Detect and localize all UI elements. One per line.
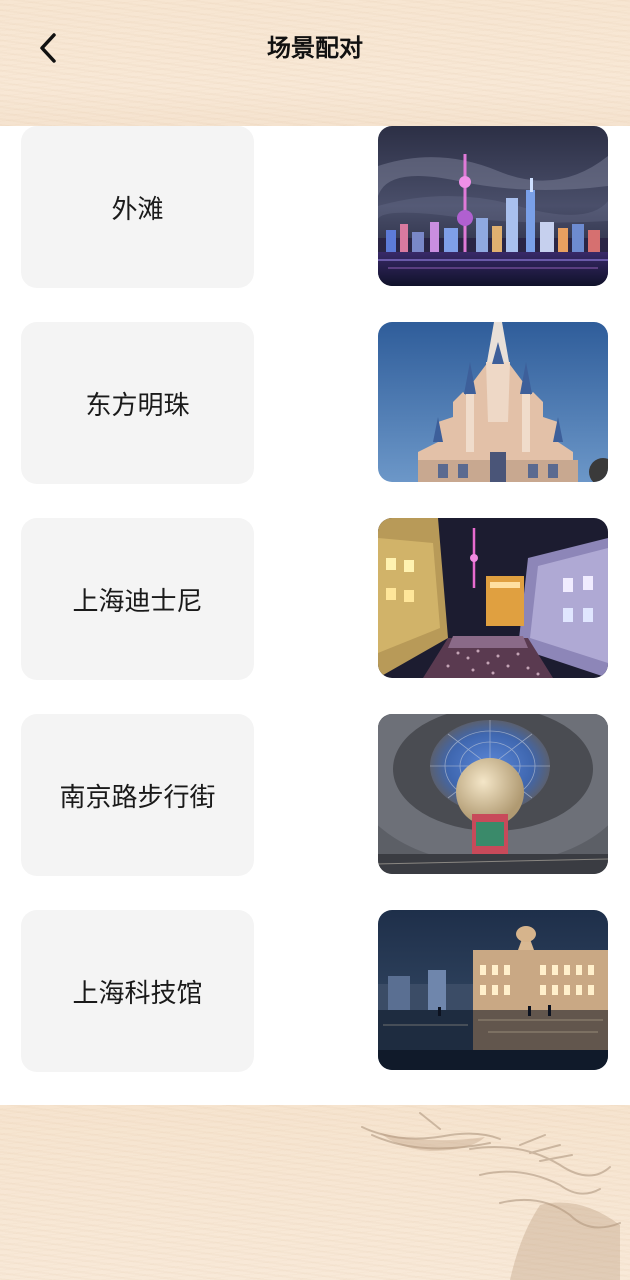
scene-label-card[interactable]: 东方明珠 [21, 322, 254, 484]
ink-landscape-illustration [361, 1112, 621, 1280]
scene-label-text: 上海迪士尼 [72, 586, 203, 617]
scene-photo-card[interactable] [378, 126, 608, 286]
scene-label-card[interactable]: 上海科技馆 [21, 910, 254, 1072]
pair-row: 上海科技馆 [0, 910, 630, 1072]
header-bar: 场景配对 [0, 0, 630, 126]
pair-row: 上海迪士尼 [0, 518, 630, 680]
scene-photo-card[interactable] [378, 518, 608, 678]
scene-label-card[interactable]: 上海迪士尼 [21, 518, 254, 680]
pair-row: 外滩 [0, 126, 630, 288]
scene-photo-card[interactable] [378, 322, 608, 482]
scene-label-text: 上海科技馆 [72, 978, 203, 1009]
page-title: 场景配对 [267, 34, 363, 62]
pair-row: 东方明珠 [0, 322, 630, 484]
scene-label-text: 外滩 [111, 194, 164, 225]
scene-label-card[interactable]: 南京路步行街 [21, 714, 254, 876]
footer-decoration [0, 1105, 630, 1280]
scene-photo-card[interactable] [378, 714, 608, 874]
scene-label-text: 南京路步行街 [59, 782, 216, 813]
scene-label-text: 东方明珠 [85, 390, 190, 421]
scene-photo-card[interactable] [378, 910, 608, 1070]
scene-label-card[interactable]: 外滩 [21, 126, 254, 288]
night-skyline-photo [378, 126, 608, 286]
castle-photo [378, 322, 608, 482]
historic-building-night-photo [378, 910, 608, 1070]
glass-dome-sphere-photo [378, 714, 608, 874]
pedestrian-street-photo [378, 518, 608, 678]
pair-row: 南京路步行街 [0, 714, 630, 876]
